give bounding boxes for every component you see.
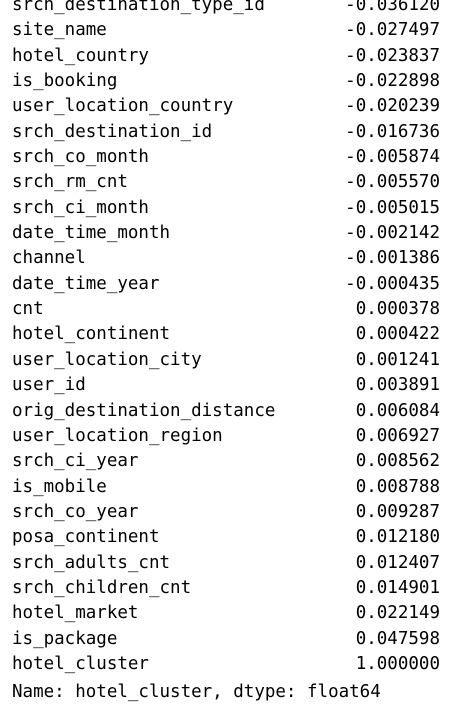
row-label: is_booking (12, 71, 118, 92)
row-value: -0.027497 (345, 20, 440, 41)
row-label: site_name (12, 20, 107, 41)
row-value: 0.000378 (355, 299, 440, 320)
row-value: 1.000000 (355, 653, 440, 674)
row-value: 0.000422 (355, 324, 440, 345)
row-value: 0.001241 (355, 349, 440, 370)
series-footer: Name: hotel_cluster, dtype: float64 (12, 682, 381, 702)
row-label: srch_co_month (12, 147, 149, 168)
row-value: 0.012180 (355, 527, 440, 548)
row-label: date_time_month (12, 223, 171, 244)
row-value: 0.047598 (355, 628, 440, 649)
row-value: 0.008562 (355, 451, 440, 472)
row-label: srch_destination_type_id (12, 0, 265, 15)
row-label: user_location_region (12, 425, 223, 446)
row-value: 0.014901 (355, 577, 440, 598)
row-label: srch_destination_id (12, 121, 213, 142)
row-label: date_time_year (12, 273, 160, 294)
row-value: 0.008788 (355, 476, 440, 497)
row-label: srch_children_cnt (12, 577, 192, 598)
row-label: srch_adults_cnt (12, 552, 171, 573)
row-label: hotel_cluster (12, 653, 149, 674)
row-label: hotel_country (12, 45, 149, 66)
row-label: user_location_city (12, 349, 202, 370)
row-label: user_id (12, 375, 86, 396)
row-label: srch_ci_year (12, 451, 139, 472)
row-value: -0.000435 (345, 273, 440, 294)
row-value: 0.012407 (355, 552, 440, 573)
row-value: -0.016736 (345, 121, 440, 142)
row-label: srch_ci_month (12, 197, 149, 218)
row-label: hotel_continent (12, 324, 171, 345)
row-value: 0.003891 (355, 375, 440, 396)
row-label: cnt (12, 299, 44, 320)
row-value: -0.036120 (345, 0, 440, 15)
row-label: posa_continent (12, 527, 160, 548)
row-label: user_location_country (12, 96, 234, 117)
row-value: 0.006084 (355, 400, 440, 421)
row-label: hotel_market (12, 603, 139, 624)
row-value: -0.020239 (345, 96, 440, 117)
row-label: srch_rm_cnt (12, 172, 128, 193)
row-value: 0.009287 (355, 501, 440, 522)
series-output: srch_destination_type_id -0.036120 site_na… (0, 0, 452, 712)
row-value: -0.005874 (345, 147, 440, 168)
row-value: -0.023837 (345, 45, 440, 66)
row-value: -0.001386 (345, 248, 440, 269)
row-value: -0.022898 (345, 71, 440, 92)
row-label: orig_destination_distance (12, 400, 276, 421)
row-value: 0.022149 (355, 603, 440, 624)
row-label: srch_co_year (12, 501, 139, 522)
row-value: -0.005015 (345, 197, 440, 218)
row-label: channel (12, 248, 86, 269)
row-label: is_package (12, 628, 118, 649)
row-value: 0.006927 (355, 425, 440, 446)
row-value: -0.002142 (345, 223, 440, 244)
row-label: is_mobile (12, 476, 107, 497)
row-value: -0.005570 (345, 172, 440, 193)
series-rows: srch_destination_type_id -0.036120 site_na… (0, 0, 452, 684)
